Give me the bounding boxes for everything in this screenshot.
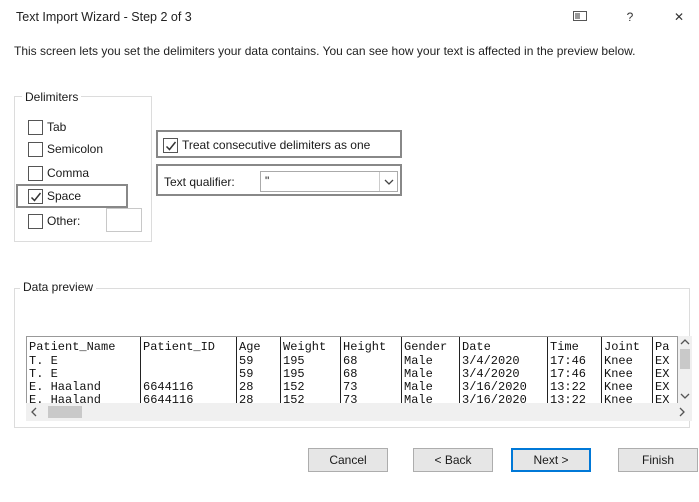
scroll-up-icon xyxy=(680,339,690,345)
header-cell: Patient_ID xyxy=(143,340,216,354)
title-bar: Text Import Wizard - Step 2 of 3 ? ✕ xyxy=(0,0,699,36)
preview-grid: Patient_Name Patient_ID Age Weight Heigh… xyxy=(26,336,678,406)
scroll-left-icon xyxy=(31,407,37,417)
checkbox-box[interactable] xyxy=(28,213,43,229)
text-qualifier-label: Text qualifier: xyxy=(164,175,235,189)
other-delimiter-input[interactable] xyxy=(106,208,142,232)
vertical-scrollbar[interactable] xyxy=(678,336,692,406)
checkbox-box[interactable] xyxy=(28,119,43,135)
back-button[interactable]: < Back xyxy=(413,448,493,472)
column-separator xyxy=(280,337,281,405)
comma-checkbox[interactable]: Comma xyxy=(28,164,89,182)
delimiters-legend: Delimiters xyxy=(22,90,82,104)
consecutive-checkbox[interactable]: Treat consecutive delimiters as one xyxy=(163,136,370,154)
column-separator xyxy=(401,337,402,405)
help-button[interactable]: ? xyxy=(615,6,645,28)
checkbox-box[interactable] xyxy=(28,141,43,157)
column-separator xyxy=(459,337,460,405)
cancel-button[interactable]: Cancel xyxy=(308,448,388,472)
header-cell: Date xyxy=(462,340,491,354)
scroll-thumb[interactable] xyxy=(48,406,82,418)
text-qualifier-value: " xyxy=(265,174,270,188)
header-cell: Gender xyxy=(404,340,448,354)
finish-button[interactable]: Finish xyxy=(618,448,698,472)
header-cell: Age xyxy=(239,340,261,354)
semicolon-label: Semicolon xyxy=(47,142,104,156)
comma-label: Comma xyxy=(47,166,90,180)
column-separator xyxy=(601,337,602,405)
column-separator xyxy=(236,337,237,405)
check-icon xyxy=(165,141,177,151)
tab-label: Tab xyxy=(47,120,67,134)
checkbox-box[interactable] xyxy=(163,137,178,153)
semicolon-checkbox[interactable]: Semicolon xyxy=(28,140,103,158)
header-cell: Weight xyxy=(283,340,327,354)
horizontal-scrollbar[interactable] xyxy=(26,403,692,421)
space-highlight xyxy=(16,184,128,208)
tab-checkbox[interactable]: Tab xyxy=(28,118,66,136)
other-checkbox[interactable]: Other: xyxy=(28,212,80,230)
consecutive-label: Treat consecutive delimiters as one xyxy=(182,138,371,152)
description-text: This screen lets you set the delimiters … xyxy=(14,44,636,58)
header-cell: Joint xyxy=(604,340,641,354)
header-cell: Pa xyxy=(655,340,670,354)
close-button[interactable]: ✕ xyxy=(664,6,694,28)
header-cell: Patient_Name xyxy=(29,340,116,354)
column-separator xyxy=(652,337,653,405)
next-button[interactable]: Next > xyxy=(511,448,591,472)
window-menu-icon[interactable] xyxy=(565,6,595,28)
checkbox-box[interactable] xyxy=(28,165,43,181)
header-cell: Height xyxy=(343,340,387,354)
column-separator xyxy=(340,337,341,405)
data-preview-legend: Data preview xyxy=(20,280,97,294)
scroll-thumb xyxy=(680,349,690,369)
header-cell: Time xyxy=(550,340,579,354)
text-qualifier-select[interactable]: " xyxy=(260,171,398,192)
column-separator xyxy=(547,337,548,405)
chevron-down-icon[interactable] xyxy=(379,172,397,191)
scroll-down-icon xyxy=(680,393,690,399)
window-title: Text Import Wizard - Step 2 of 3 xyxy=(16,10,192,24)
column-separator xyxy=(140,337,141,405)
scroll-right-icon xyxy=(679,407,685,417)
other-label: Other: xyxy=(47,214,81,228)
